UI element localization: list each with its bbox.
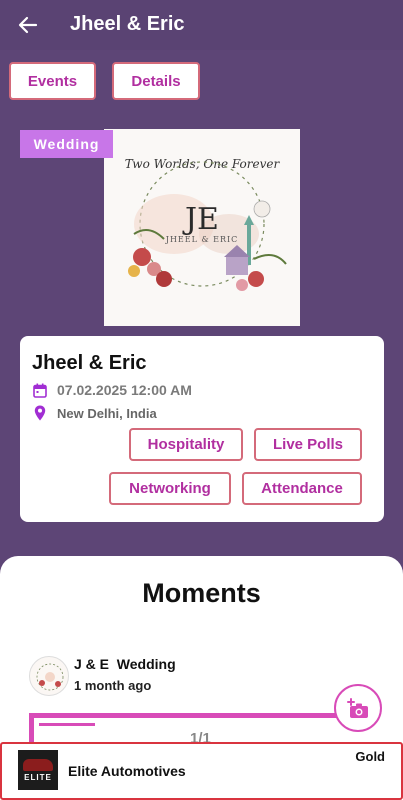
event-info-card: Jheel & Eric 07.02.2025 12:00 AM New Del…: [20, 336, 384, 522]
tab-details[interactable]: Details: [112, 62, 200, 100]
sponsor-tier: Gold: [355, 749, 385, 764]
page-title: Jheel & Eric: [70, 13, 185, 35]
add-photo-icon: [347, 698, 368, 718]
post-time: 1 month ago: [74, 678, 152, 693]
event-date-row: 07.02.2025 12:00 AM: [32, 382, 192, 398]
calendar-icon: [32, 382, 48, 398]
hospitality-button[interactable]: Hospitality: [129, 428, 243, 461]
event-location: New Delhi, India: [57, 405, 157, 421]
event-cover-image: Two Worlds, One Forever JE JHEEL & ERIC: [104, 129, 300, 326]
sponsor-banner[interactable]: ELITE Elite Automotives Gold: [0, 742, 403, 800]
event-name: Jheel & Eric: [32, 352, 147, 374]
back-button[interactable]: [14, 11, 42, 39]
avatar[interactable]: [29, 656, 69, 696]
wreath-illustration: JE: [128, 161, 287, 291]
event-location-row: New Delhi, India: [32, 405, 157, 421]
cover-monogram: JE: [182, 202, 219, 237]
event-date: 07.02.2025 12:00 AM: [57, 382, 192, 398]
location-pin-icon: [32, 405, 48, 421]
arrow-left-icon: [18, 16, 38, 34]
sponsor-name: Elite Automotives: [68, 763, 186, 779]
app-bar: Jheel & Eric: [0, 0, 403, 50]
tab-events[interactable]: Events: [9, 62, 96, 100]
networking-button[interactable]: Networking: [109, 472, 231, 505]
live-polls-button[interactable]: Live Polls: [254, 428, 362, 461]
car-icon: [23, 758, 53, 771]
post-title: J & E Wedding: [74, 656, 176, 672]
sponsor-logo: ELITE: [18, 750, 58, 790]
cover-names: JHEEL & ERIC: [165, 235, 239, 244]
add-photo-button[interactable]: [334, 684, 382, 732]
moments-title: Moments: [142, 578, 261, 608]
avatar-image: [36, 663, 64, 691]
attendance-button[interactable]: Attendance: [242, 472, 362, 505]
category-badge: Wedding: [20, 130, 113, 158]
sponsor-logo-text: ELITE: [24, 772, 52, 782]
